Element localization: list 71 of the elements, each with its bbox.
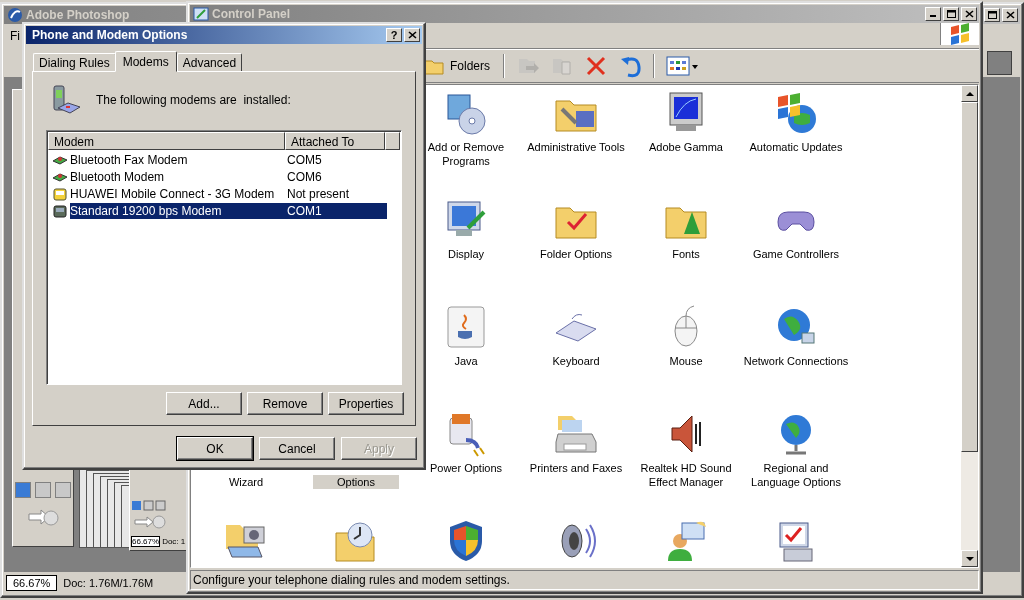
item-label[interactable]: Printers and Faxes [529, 461, 623, 475]
help-button[interactable]: ? [386, 28, 402, 42]
item-label[interactable]: Keyboard [552, 354, 600, 368]
dialog-button[interactable]: OK [177, 437, 253, 460]
window-title: Adobe Photoshop [26, 8, 130, 22]
close-button[interactable] [961, 7, 977, 21]
list-cell[interactable]: COM5 [287, 151, 387, 168]
item-label[interactable]: Options [313, 475, 399, 489]
item-label[interactable]: Adobe Gamma [649, 140, 723, 154]
scroll-down-button[interactable] [961, 550, 978, 567]
scrollbar[interactable] [961, 85, 978, 567]
list-cell[interactable]: COM6 [287, 168, 387, 185]
item-label[interactable]: Display [447, 247, 485, 261]
status-bar: Configure your telephone dialing rules and modem settings. [190, 570, 979, 590]
list-cell[interactable]: Bluetooth Fax Modem [70, 151, 287, 168]
list-cell[interactable]: HUAWEI Mobile Connect - 3G Modem [70, 185, 287, 202]
options-field [987, 51, 1012, 75]
dialog-button[interactable]: Remove [247, 392, 323, 415]
list-cell[interactable]: Standard 19200 bps Modem [70, 202, 287, 219]
view-grid-icon [666, 54, 700, 78]
scrollbar-thumb[interactable] [961, 102, 978, 452]
tab[interactable]: Modems [114, 51, 177, 72]
item-label[interactable]: Java [454, 354, 478, 368]
toolbox-button[interactable] [55, 482, 71, 498]
column-header[interactable] [385, 132, 400, 150]
close-icon [1004, 10, 1016, 20]
column-header[interactable]: Modem [48, 132, 285, 150]
intro-text: The following modems are installed: [96, 93, 291, 107]
minimize-icon [930, 15, 936, 17]
telephone-icon [52, 202, 68, 219]
doc-size-text: Doc: 1.76M/1.76M [63, 577, 154, 589]
minimize-button[interactable] [925, 7, 941, 21]
control-panel-icon [193, 6, 209, 22]
item-label[interactable]: Automatic Updates [749, 140, 843, 154]
list-cell[interactable]: COM1 [287, 202, 387, 219]
list-cell[interactable]: Bluetooth Modem [70, 168, 287, 185]
item-label[interactable]: Realtek HD Sound Effect Manager [632, 461, 740, 489]
menu-item[interactable]: Fi [10, 28, 20, 43]
close-button[interactable] [404, 28, 420, 42]
item-label[interactable]: Mouse [669, 354, 703, 368]
item-label[interactable]: Fonts [672, 247, 700, 261]
flag-icon [949, 23, 971, 45]
dialog-button[interactable]: Cancel [259, 437, 335, 460]
tab[interactable]: Advanced [176, 53, 243, 71]
dialog-button[interactable]: Properties [328, 392, 404, 415]
window-title: Control Panel [212, 7, 290, 21]
scroll-up-button[interactable] [961, 85, 978, 102]
item-label[interactable]: Power Options [429, 461, 503, 475]
item-label[interactable]: Regional and Language Options [742, 461, 850, 489]
window-title: Phone and Modem Options [32, 28, 188, 42]
maximize-icon [945, 9, 957, 19]
item-label[interactable]: Game Controllers [752, 247, 840, 261]
item-label[interactable]: Network Connections [743, 354, 849, 368]
item-label[interactable]: Wizard [228, 475, 264, 489]
close-icon [406, 30, 418, 40]
dialog-button[interactable]: Add... [166, 392, 242, 415]
column-header[interactable]: Attached To [285, 132, 385, 150]
item-label[interactable]: Folder Options [539, 247, 613, 261]
close-button[interactable] [1002, 8, 1018, 22]
delete-icon [584, 54, 608, 78]
tab[interactable]: Dialing Rules [33, 53, 116, 71]
zoom-field[interactable]: 66.67% [131, 536, 161, 547]
item-label[interactable]: Administrative Tools [527, 140, 625, 154]
toolbox-button[interactable] [35, 482, 51, 498]
list-cell[interactable]: Not present [287, 185, 387, 202]
maximize-button[interactable] [984, 8, 1000, 22]
maximize-icon [986, 10, 998, 20]
telephone-icon [52, 185, 68, 202]
zoom-field[interactable]: 66.67% [6, 575, 58, 591]
close-icon [963, 9, 975, 19]
maximize-button[interactable] [943, 7, 959, 21]
